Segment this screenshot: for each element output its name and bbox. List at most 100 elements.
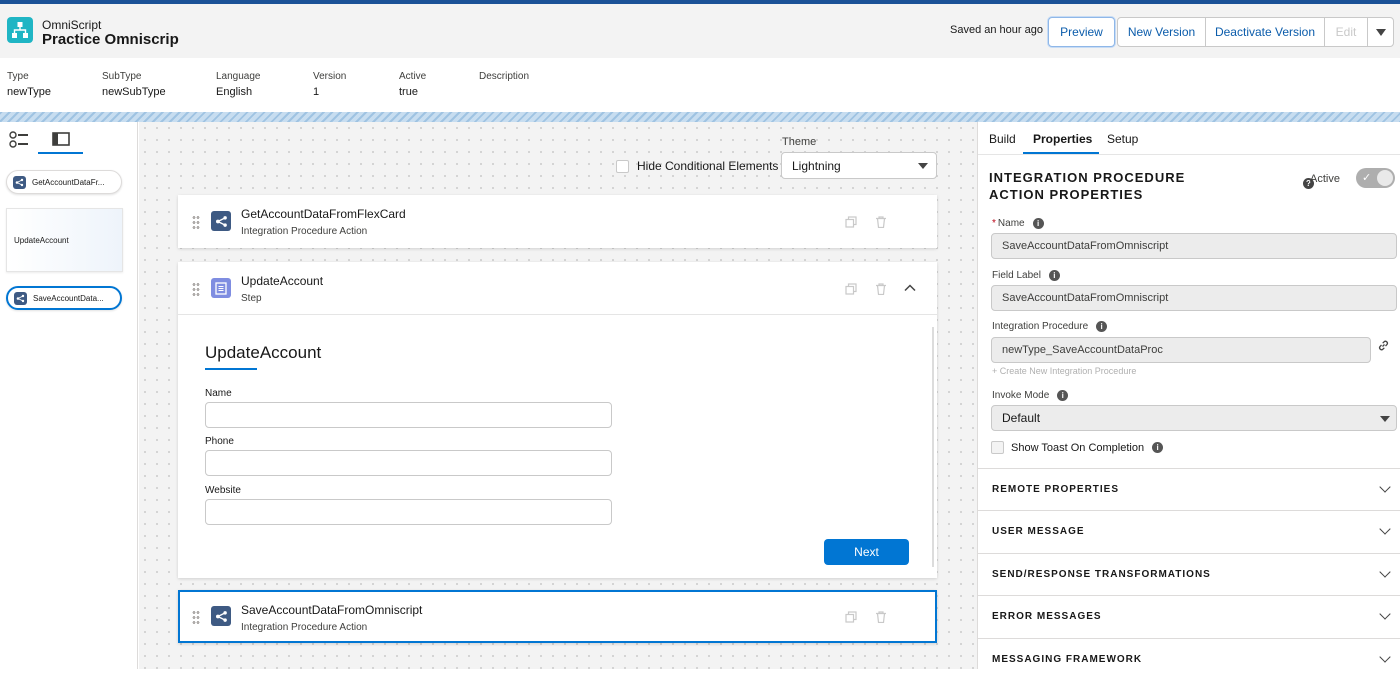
chevron-down-icon	[1379, 566, 1391, 578]
edit-button[interactable]: Edit	[1324, 17, 1368, 47]
required-asterisk: *	[992, 218, 996, 229]
drag-handle-icon[interactable]	[192, 610, 200, 624]
hide-conditional-checkbox[interactable]	[616, 159, 629, 173]
next-button[interactable]: Next	[824, 539, 909, 565]
chevron-down-icon	[1379, 608, 1391, 620]
field-label-label: Field Label i	[992, 270, 1060, 281]
create-integration-procedure-link[interactable]: + Create New Integration Procedure	[992, 366, 1136, 376]
phone-input[interactable]	[205, 450, 612, 476]
name-field-label: Name	[205, 388, 232, 399]
tree-list-icon	[9, 131, 28, 148]
element-get-account-data[interactable]: GetAccountDataFromFlexCard Integration P…	[178, 195, 937, 248]
page-header: OmniScript Practice Omniscrip Saved an h…	[0, 4, 1400, 58]
section-remote-properties[interactable]: REMOTE PROPERTIES	[978, 468, 1400, 510]
show-toast-option[interactable]: Show Toast On Completion i	[991, 441, 1164, 454]
element-save-account-data[interactable]: SaveAccountDataFromOmniscript Integratio…	[178, 590, 937, 643]
new-version-button[interactable]: New Version	[1117, 17, 1206, 47]
integration-procedure-icon	[14, 291, 27, 305]
clone-icon[interactable]	[845, 216, 857, 228]
section-error-messages[interactable]: ERROR MESSAGES	[978, 595, 1400, 637]
link-icon[interactable]	[1377, 339, 1390, 352]
meta-active: Active true	[399, 71, 427, 98]
clone-icon[interactable]	[845, 283, 857, 295]
omniscript-app-icon	[7, 17, 33, 43]
page-title: Practice Omniscrip	[42, 31, 179, 48]
info-icon[interactable]: i	[1096, 321, 1108, 332]
name-input[interactable]: SaveAccountDataFromOmniscript	[991, 233, 1397, 259]
tab-build[interactable]: Build	[989, 132, 1016, 146]
element-type: Integration Procedure Action	[241, 622, 368, 633]
chevron-up-icon[interactable]	[904, 282, 916, 294]
integration-procedure-icon	[211, 211, 231, 231]
drag-handle-icon[interactable]	[192, 282, 200, 296]
invoke-mode-label: Invoke Mode i	[992, 390, 1069, 401]
section-messaging-framework[interactable]: MESSAGING FRAMEWORK	[978, 638, 1400, 680]
canvas-view-tab[interactable]	[38, 126, 83, 154]
step-scrollbar[interactable]	[932, 327, 934, 567]
element-update-account-step[interactable]: UpdateAccount Step UpdateAccount Name Ph…	[178, 262, 937, 578]
element-title: SaveAccountDataFromOmniscript	[241, 603, 423, 617]
omniscript-metadata: Type newType SubType newSubType Language…	[0, 58, 1400, 112]
step-preview: UpdateAccount Name Phone Website Next	[178, 314, 937, 578]
name-input[interactable]	[205, 402, 612, 428]
deactivate-version-button[interactable]: Deactivate Version	[1205, 17, 1325, 47]
info-icon[interactable]: i	[1057, 390, 1069, 401]
drag-handle-icon[interactable]	[192, 215, 200, 229]
element-title: GetAccountDataFromFlexCard	[241, 207, 406, 221]
field-label-input[interactable]: SaveAccountDataFromOmniscript	[991, 285, 1397, 311]
section-send-response-transformations[interactable]: SEND/RESPONSE TRANSFORMATIONS	[978, 553, 1400, 595]
integration-procedure-label: Integration Procedure i	[992, 321, 1108, 332]
meta-subtype: SubType newSubType	[102, 71, 166, 98]
step-icon	[211, 278, 231, 298]
structure-item-get-account[interactable]: GetAccountDataFr...	[6, 170, 122, 194]
chevron-down-icon	[1379, 523, 1391, 535]
structure-panel-tabs	[0, 122, 138, 154]
delete-icon[interactable]	[875, 216, 887, 228]
info-icon[interactable]: i	[1032, 218, 1044, 229]
website-input[interactable]	[205, 499, 612, 525]
element-type: Integration Procedure Action	[241, 226, 368, 237]
properties-heading: INTEGRATION PROCEDURE ACTION PROPERTIES	[989, 170, 1186, 202]
delete-icon[interactable]	[875, 283, 887, 295]
toggle-knob	[1377, 170, 1393, 186]
design-canvas: Theme Lightning Hide Conditional Element…	[139, 122, 977, 669]
tab-setup[interactable]: Setup	[1107, 132, 1138, 146]
meta-version: Version 1	[313, 71, 347, 98]
tree-view-tab[interactable]	[0, 126, 38, 154]
checkmark-icon: ✓	[1362, 172, 1372, 184]
structure-item-save-account[interactable]: SaveAccountData...	[6, 286, 122, 310]
section-user-message[interactable]: USER MESSAGE	[978, 510, 1400, 552]
structure-panel: GetAccountDataFr... UpdateAccount SaveAc…	[0, 122, 138, 669]
element-title: UpdateAccount	[241, 274, 324, 288]
theme-label: Theme	[782, 136, 817, 148]
step-heading: UpdateAccount	[205, 343, 322, 362]
info-icon[interactable]: i	[1152, 442, 1164, 453]
more-actions-button[interactable]	[1367, 17, 1394, 47]
structure-item-update-account[interactable]: UpdateAccount	[6, 208, 123, 272]
clone-icon[interactable]	[845, 611, 857, 623]
active-toggle[interactable]: ✓	[1356, 168, 1395, 188]
chevron-down-icon	[1375, 28, 1386, 36]
info-icon[interactable]: i	[1048, 270, 1060, 281]
tabs-divider	[978, 154, 1400, 155]
name-label: * Name i	[992, 218, 1044, 229]
chevron-down-icon	[1379, 651, 1391, 663]
preview-button[interactable]: Preview	[1048, 17, 1115, 47]
show-toast-checkbox[interactable]	[991, 441, 1004, 454]
integration-procedure-icon	[13, 175, 26, 189]
theme-select[interactable]: Lightning	[781, 152, 937, 179]
chevron-down-icon	[918, 163, 928, 169]
meta-language: Language English	[216, 71, 261, 98]
invoke-mode-select[interactable]: Default	[991, 405, 1397, 431]
app-name: OmniScript	[42, 18, 102, 32]
phone-field-label: Phone	[205, 436, 234, 447]
delete-icon[interactable]	[875, 611, 887, 623]
hide-conditional-elements-toggle[interactable]: Hide Conditional Elements	[616, 159, 778, 173]
panel-layout-icon	[51, 132, 70, 146]
meta-type: Type newType	[7, 71, 52, 98]
website-field-label: Website	[205, 485, 241, 496]
integration-procedure-icon	[211, 606, 231, 626]
element-type: Step	[241, 293, 262, 304]
integration-procedure-input[interactable]: newType_SaveAccountDataProc	[991, 337, 1371, 363]
tab-properties[interactable]: Properties	[1033, 132, 1092, 146]
